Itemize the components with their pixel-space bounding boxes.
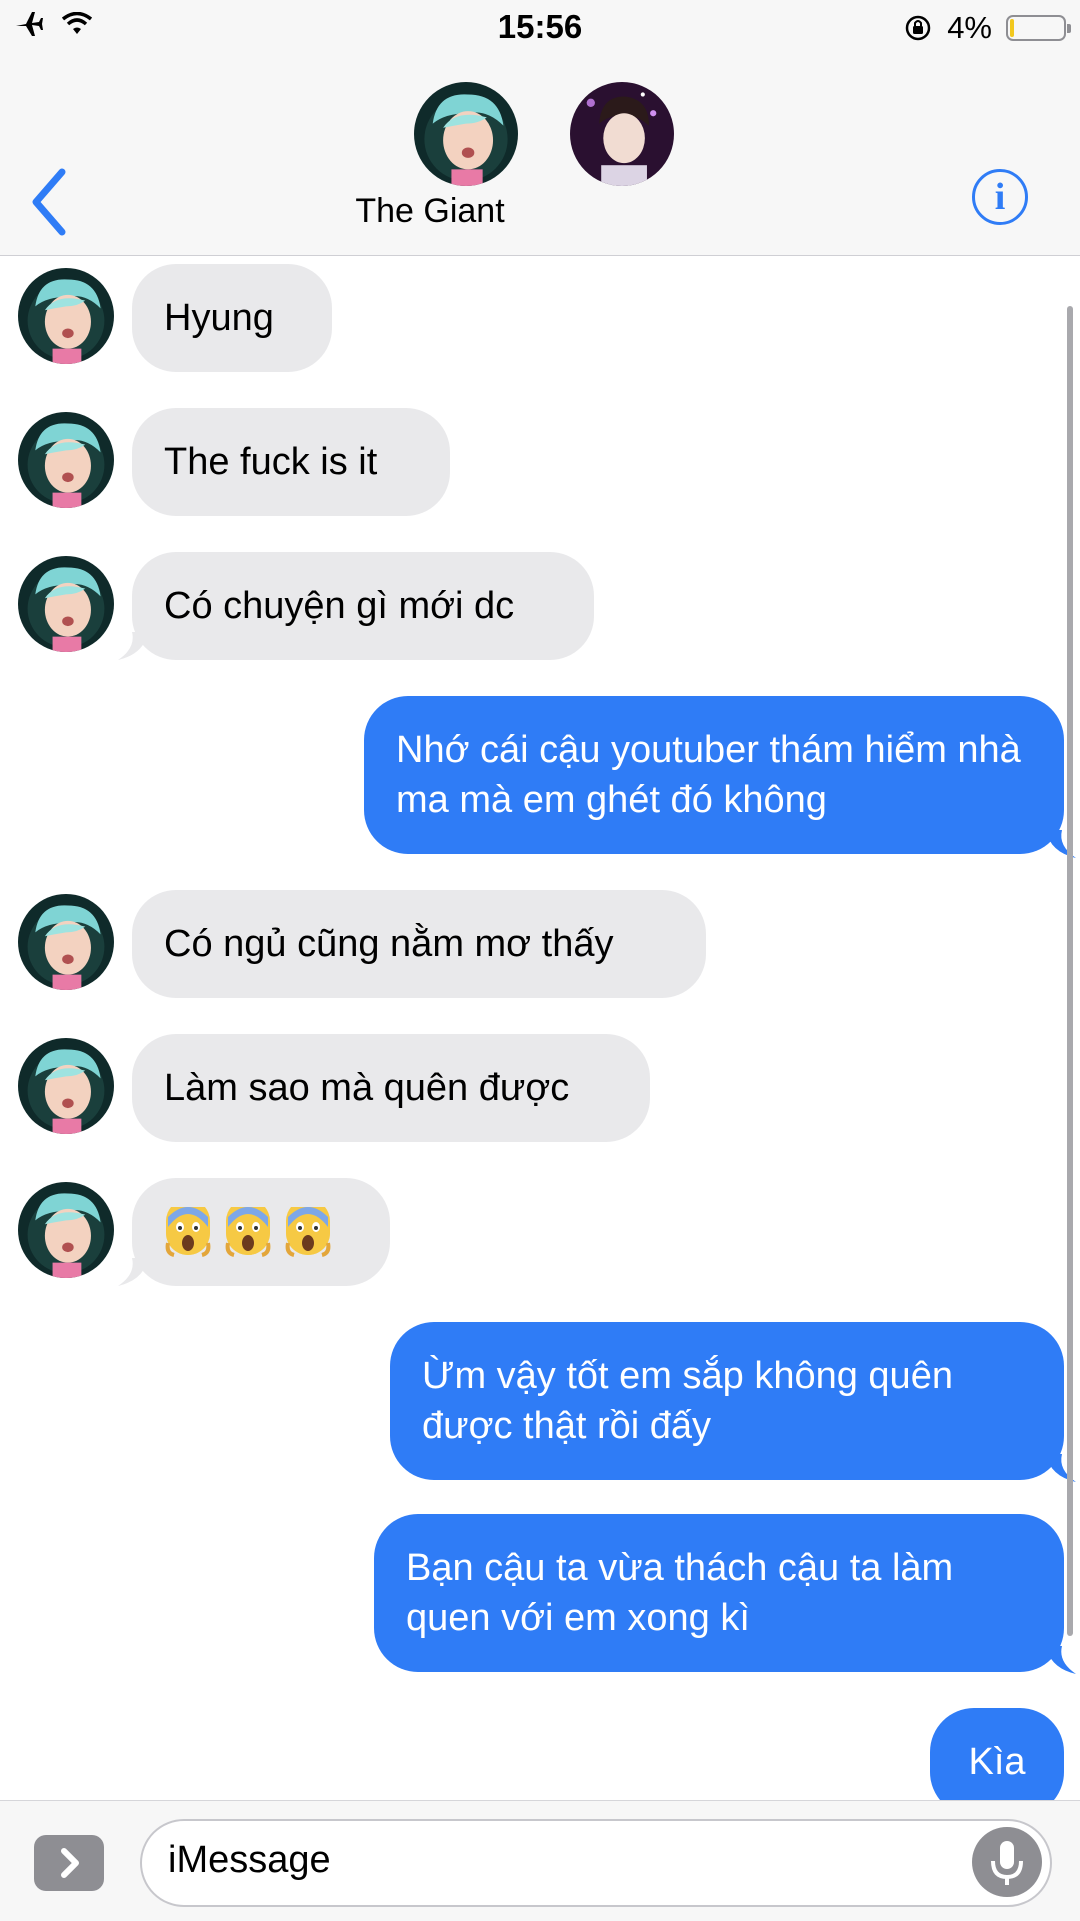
compose-bar: iMessage <box>0 1800 1080 1921</box>
message-text: Kìa <box>968 1741 1026 1783</box>
chevron-left-icon[interactable] <box>22 162 82 242</box>
microphone-button[interactable] <box>972 1827 1042 1897</box>
incoming-message[interactable]: The fuck is it <box>132 408 450 516</box>
message-input[interactable]: iMessage <box>140 1819 1052 1907</box>
outgoing-message[interactable]: Bạn cậu ta vừa thách cậu ta làm quen với… <box>374 1514 1064 1672</box>
battery-icon <box>1006 15 1071 41</box>
chevron-right-icon <box>61 1848 79 1878</box>
message-text: Có chuyện gì mới dc <box>164 585 515 627</box>
message-text: Hyung <box>164 297 274 339</box>
microphone-icon <box>991 1841 1023 1885</box>
message-list[interactable]: Hyung The fuck is it Có chuyện gì mới dc… <box>0 256 1080 1800</box>
message-input-placeholder: iMessage <box>168 1839 331 1881</box>
bubble-tail <box>118 632 148 660</box>
incoming-message[interactable]: Có ngủ cũng nằm mơ thấy <box>132 890 706 998</box>
screaming-face-icon <box>164 1207 212 1257</box>
rotation-lock-icon <box>905 15 931 41</box>
contact-avatar[interactable] <box>414 82 518 186</box>
screaming-face-icon <box>224 1207 272 1257</box>
bubble-tail <box>118 1258 148 1286</box>
screaming-face-icon <box>284 1207 332 1257</box>
sender-avatar[interactable] <box>18 412 114 508</box>
message-text: Làm sao mà quên được <box>164 1067 570 1109</box>
message-text: Bạn cậu ta vừa thách cậu ta làm quen với… <box>406 1547 954 1639</box>
scrollbar[interactable] <box>1067 306 1073 1636</box>
message-text: Ừm vậy tốt em sắp không quên được thật r… <box>422 1355 953 1447</box>
outgoing-message[interactable]: Nhớ cái cậu youtuber thám hiểm nhà ma mà… <box>364 696 1064 854</box>
apps-button[interactable] <box>34 1835 104 1891</box>
outgoing-message[interactable]: Kìa <box>930 1708 1064 1800</box>
message-text: Nhớ cái cậu youtuber thám hiểm nhà ma mà… <box>396 729 1021 821</box>
conversation-header: The Giant i <box>0 52 1080 256</box>
outgoing-message[interactable]: Ừm vậy tốt em sắp không quên được thật r… <box>390 1322 1064 1480</box>
incoming-message[interactable]: Hyung <box>132 264 332 372</box>
bubble-tail <box>1046 1646 1076 1674</box>
message-text: Có ngủ cũng nằm mơ thấy <box>164 923 614 965</box>
status-right: 4% <box>903 10 1071 46</box>
incoming-message[interactable] <box>132 1178 390 1286</box>
contact-name[interactable]: The Giant <box>330 192 530 231</box>
incoming-message[interactable]: Làm sao mà quên được <box>132 1034 650 1142</box>
sender-avatar[interactable] <box>18 1038 114 1134</box>
info-button[interactable]: i <box>972 169 1028 225</box>
sender-avatar[interactable] <box>18 894 114 990</box>
sender-avatar[interactable] <box>18 268 114 364</box>
status-bar: 15:56 4% <box>0 0 1080 52</box>
message-text: The fuck is it <box>164 441 378 483</box>
sender-avatar[interactable] <box>18 556 114 652</box>
incoming-message[interactable]: Có chuyện gì mới dc <box>132 552 594 660</box>
contact-avatar-secondary[interactable] <box>570 82 674 186</box>
battery-percent: 4% <box>947 10 992 45</box>
sender-avatar[interactable] <box>18 1182 114 1278</box>
